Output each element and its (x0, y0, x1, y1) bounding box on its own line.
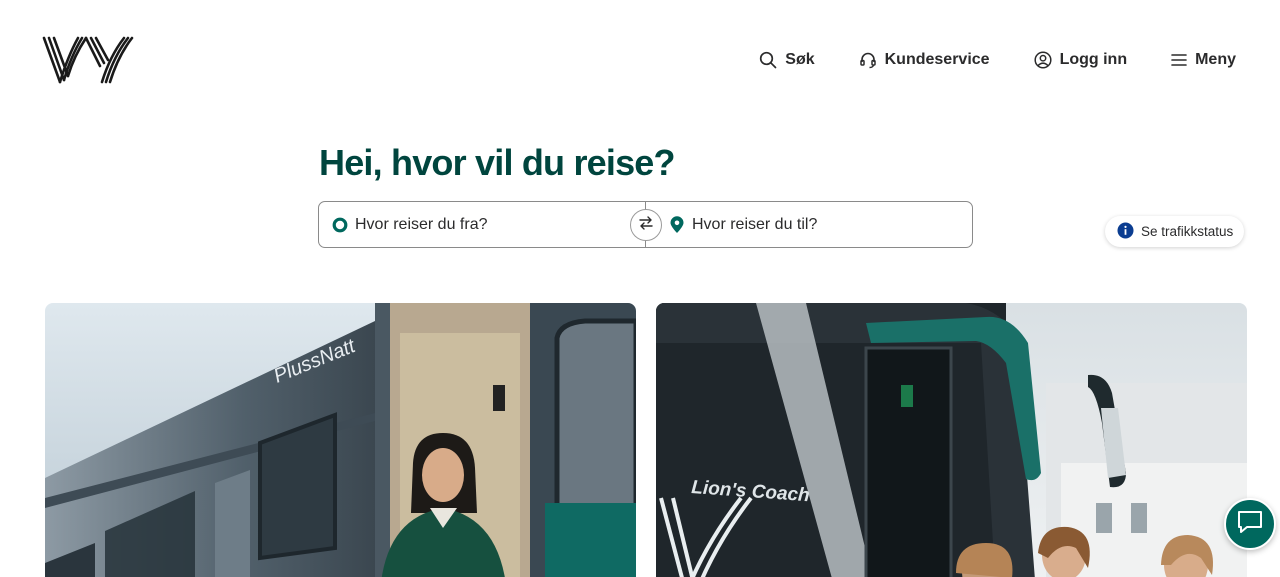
to-field[interactable] (646, 202, 972, 247)
headset-icon (859, 51, 877, 69)
search-icon (759, 51, 777, 69)
page-title: Hei, hvor vil du reise? (319, 142, 676, 183)
from-field[interactable] (319, 202, 646, 247)
train-image: PlussNatt (45, 303, 636, 577)
vy-logo[interactable] (42, 36, 134, 84)
traffic-status-label: Se trafikkstatus (1141, 224, 1234, 239)
bus-card[interactable]: Lion's Coach (656, 303, 1247, 577)
location-pin-icon (669, 216, 685, 239)
chat-button[interactable] (1224, 498, 1276, 550)
search-label: Søk (785, 51, 815, 68)
bus-image: Lion's Coach (656, 303, 1247, 577)
origin-dot-icon (332, 216, 348, 239)
trip-search (318, 201, 973, 248)
swap-button[interactable] (630, 209, 662, 241)
traffic-status-button[interactable]: Se trafikkstatus (1105, 216, 1245, 247)
menu-icon (1171, 53, 1187, 67)
info-icon (1117, 222, 1134, 242)
from-input[interactable] (319, 202, 645, 247)
menu-label: Meny (1195, 51, 1236, 68)
login-button[interactable]: Logg inn (1034, 51, 1128, 69)
top-nav: Søk Kundeservice Logg inn Meny (759, 48, 1236, 72)
to-input[interactable] (646, 202, 972, 247)
login-label: Logg inn (1059, 51, 1128, 68)
vy-logo-mark (42, 36, 134, 84)
search-button[interactable]: Søk (759, 51, 815, 69)
customer-service-link[interactable]: Kundeservice (859, 51, 990, 69)
user-icon (1034, 51, 1052, 69)
swap-icon (638, 215, 654, 236)
chat-icon (1236, 509, 1264, 540)
menu-button[interactable]: Meny (1171, 51, 1236, 69)
customer-service-label: Kundeservice (884, 51, 990, 68)
train-card[interactable]: PlussNatt (45, 303, 636, 577)
